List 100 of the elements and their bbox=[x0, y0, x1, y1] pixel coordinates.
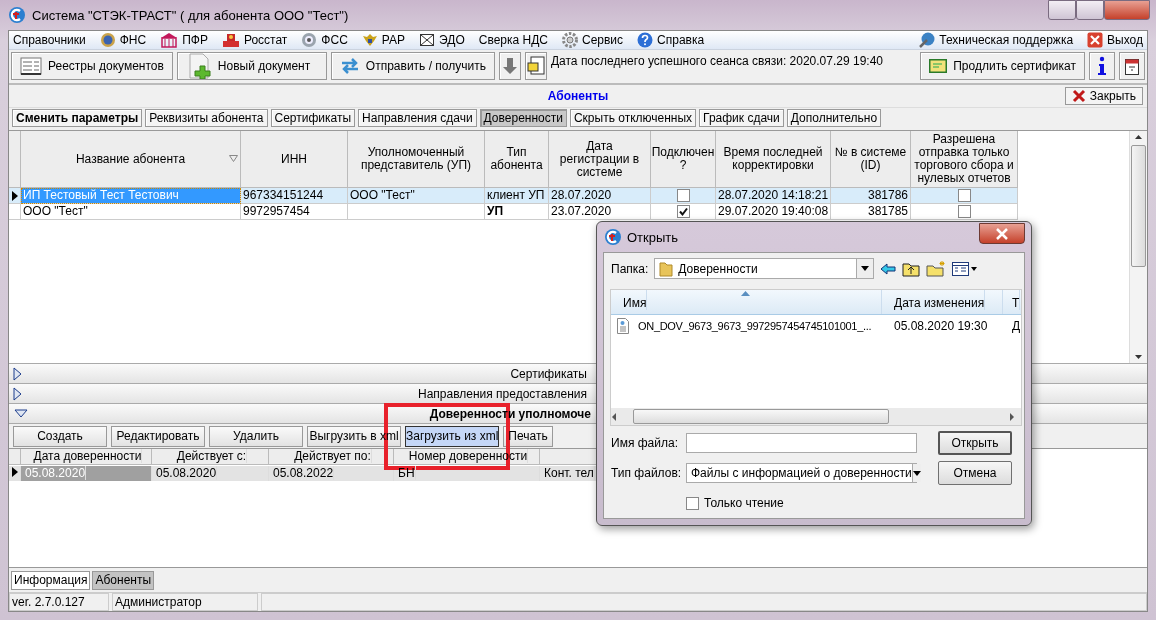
checkbox[interactable] bbox=[686, 496, 699, 510]
tab[interactable]: Направления сдачи bbox=[358, 109, 477, 127]
open-button[interactable]: Открыть bbox=[938, 431, 1012, 455]
renew-certificate-button[interactable]: Продлить сертификат bbox=[920, 52, 1085, 80]
info-button[interactable] bbox=[1089, 52, 1115, 80]
download-button[interactable] bbox=[498, 52, 521, 80]
field-label: Папка: bbox=[611, 261, 649, 276]
status-text: Администратор bbox=[112, 593, 258, 611]
dropdown-caret-icon[interactable] bbox=[861, 266, 870, 271]
checkbox[interactable] bbox=[676, 205, 690, 218]
info-icon bbox=[1097, 56, 1107, 76]
tab[interactable]: Дополнительно bbox=[786, 109, 882, 127]
close-section-button[interactable]: Закрыть bbox=[1064, 87, 1143, 105]
file-date: 05.08.2020 19:30 bbox=[893, 319, 988, 333]
expand-triangle-icon[interactable] bbox=[13, 366, 23, 381]
emblem-icon bbox=[99, 32, 116, 48]
sort-indicator-icon bbox=[229, 155, 238, 162]
close-button[interactable] bbox=[979, 223, 1025, 244]
table-cell: ООО "Тест" bbox=[21, 204, 241, 220]
minimize-button[interactable] bbox=[1048, 0, 1076, 20]
menu-item[interactable]: Росстат bbox=[221, 32, 288, 48]
collapse-triangle-icon[interactable] bbox=[13, 408, 29, 419]
action-button[interactable]: Сменить параметры bbox=[12, 109, 143, 127]
back-arrow-icon[interactable] bbox=[880, 262, 897, 275]
toolbar-button[interactable]: Создать bbox=[13, 425, 107, 447]
calendar-button[interactable] bbox=[1119, 52, 1145, 80]
panel-title: Направления предоставления bbox=[416, 386, 588, 401]
up-folder-icon[interactable] bbox=[902, 260, 921, 277]
scroll-right-icon[interactable] bbox=[1009, 412, 1015, 421]
column-header[interactable]: Т bbox=[1006, 290, 1021, 310]
column-header: Действует по: bbox=[269, 449, 394, 465]
tab[interactable]: Скрыть отключенных bbox=[569, 109, 697, 127]
menu-item[interactable]: Выход bbox=[1087, 32, 1143, 48]
maximize-button[interactable] bbox=[1076, 0, 1104, 20]
horizontal-scrollbar[interactable] bbox=[611, 408, 1021, 425]
cancel-button[interactable]: Отмена bbox=[938, 461, 1012, 485]
checkbox[interactable] bbox=[957, 189, 971, 202]
table-cell: 967334151244 bbox=[241, 188, 348, 204]
toolbar-button[interactable]: Удалить bbox=[209, 425, 303, 447]
tab[interactable]: Информация bbox=[11, 570, 91, 590]
emblem-icon bbox=[221, 32, 240, 48]
column-header: Название абонента bbox=[21, 131, 241, 188]
menu-item[interactable]: Справочники bbox=[13, 33, 86, 47]
emblem-icon bbox=[301, 32, 318, 48]
table-cell: 28.07.2020 14:18:21 bbox=[716, 188, 831, 204]
column-header: № в системе (ID) bbox=[831, 131, 911, 188]
table-cell: 05.08.2022 bbox=[269, 465, 394, 481]
help-icon bbox=[637, 32, 654, 48]
menu-item[interactable]: РАР bbox=[361, 32, 406, 48]
certificate-icon bbox=[929, 59, 948, 73]
folder-dropdown[interactable]: Доверенности bbox=[654, 258, 875, 279]
toolbar-button[interactable]: Редактировать bbox=[111, 425, 205, 447]
menu-item[interactable]: Сверка НДС bbox=[478, 33, 548, 47]
column-header: ИНН bbox=[241, 131, 348, 188]
table-cell: 05.08.2020 bbox=[152, 465, 269, 481]
column-header: Дата регистрации в системе bbox=[549, 131, 651, 188]
close-icon bbox=[1071, 89, 1086, 103]
checkbox[interactable] bbox=[676, 189, 690, 202]
menu-item[interactable]: Сервис bbox=[561, 32, 624, 48]
menu-item[interactable]: ФСС bbox=[301, 32, 348, 48]
expand-triangle-icon[interactable] bbox=[13, 386, 23, 401]
checkbox[interactable] bbox=[957, 205, 971, 218]
envelope-icon bbox=[419, 33, 436, 47]
column-header: Дата доверенности bbox=[21, 449, 152, 465]
menu-item[interactable]: Справка bbox=[637, 32, 705, 48]
column-header[interactable]: Дата изменения bbox=[888, 290, 986, 310]
file-name-field[interactable] bbox=[686, 433, 917, 453]
view-menu-icon[interactable] bbox=[952, 261, 979, 276]
table-cell-text: Д bbox=[1011, 319, 1021, 333]
table-icon bbox=[20, 57, 42, 75]
scrollbar-thumb[interactable] bbox=[1131, 145, 1146, 267]
sort-arrow-icon bbox=[741, 291, 750, 296]
scrollbar-thumb[interactable] bbox=[633, 409, 889, 424]
field-label: Имя файла: bbox=[611, 436, 678, 450]
tab[interactable]: Сертификаты bbox=[270, 109, 356, 127]
tab[interactable]: Реквизиты абонента bbox=[145, 109, 268, 127]
document-icon bbox=[526, 56, 545, 76]
scrollbar[interactable] bbox=[1129, 131, 1147, 363]
calendar-icon bbox=[1125, 57, 1139, 75]
document-button[interactable] bbox=[524, 52, 547, 80]
toolbar-button[interactable]: Новый документ bbox=[176, 52, 327, 80]
menu-item[interactable]: ФНС bbox=[99, 32, 147, 48]
eagle-icon bbox=[361, 32, 378, 48]
column-header[interactable]: Имя bbox=[617, 290, 648, 310]
menu-item[interactable]: ПФР bbox=[160, 32, 208, 48]
toolbar-button[interactable]: Отправить / получить bbox=[330, 52, 495, 80]
tab[interactable]: Доверенности bbox=[479, 109, 567, 127]
menu-item[interactable]: ЭДО bbox=[419, 33, 465, 47]
tab[interactable]: Абоненты bbox=[92, 570, 155, 590]
menu-item[interactable]: Техническая поддержка bbox=[919, 32, 1074, 48]
dropdown-caret-icon[interactable] bbox=[912, 470, 921, 476]
file-row[interactable]: ON_DOV_9673_9673_9972957454745101001_... 05.08.2020 19:30 Д bbox=[611, 315, 1021, 337]
tab[interactable]: График сдачи bbox=[699, 109, 784, 127]
close-icon bbox=[1087, 32, 1104, 48]
dialog-title: Открыть bbox=[627, 229, 679, 245]
table-cell: 05.08.2020 bbox=[21, 465, 152, 481]
toolbar-button[interactable]: Реестры документов bbox=[11, 52, 173, 80]
checkbox-label: Только чтение bbox=[704, 496, 784, 510]
toolbar-button[interactable]: Загрузить из xml bbox=[405, 425, 499, 447]
scroll-left-icon[interactable] bbox=[611, 412, 617, 421]
